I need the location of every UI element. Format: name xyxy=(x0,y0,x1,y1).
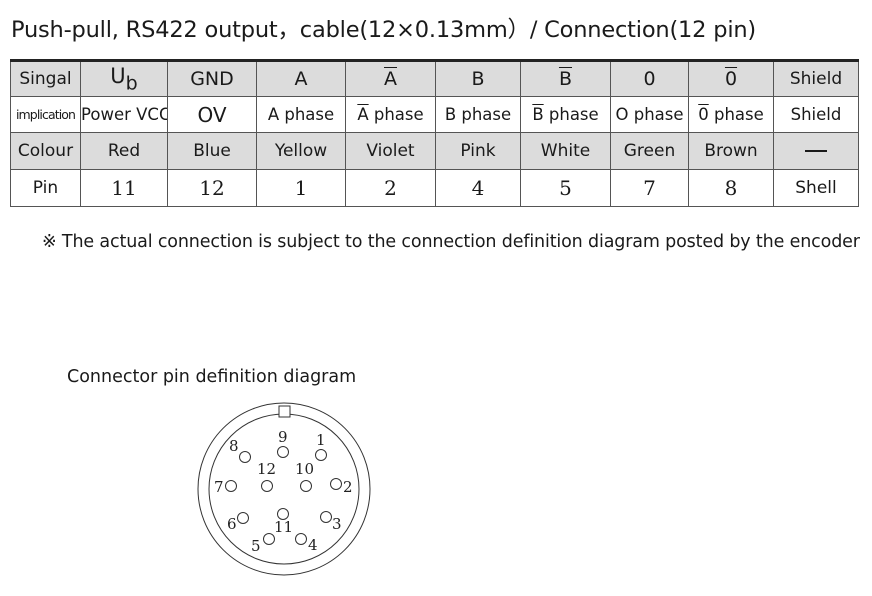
pin-label-4: 4 xyxy=(308,536,318,554)
pin-label-2: 2 xyxy=(343,478,353,496)
diagram-title: Connector pin definition diagram xyxy=(67,367,357,387)
pin-hole-2 xyxy=(330,478,342,490)
signal-0-bar: 0 xyxy=(688,59,774,97)
signal-b-bar: B xyxy=(520,59,611,97)
row-label-pin: Pin xyxy=(10,169,81,207)
pin-row: Pin 11 12 1 2 4 5 7 8 Shell xyxy=(10,169,859,207)
implication-b: B phase xyxy=(435,96,521,133)
implication-0-bar: 0 phase xyxy=(688,96,774,133)
pin-label-11: 11 xyxy=(274,518,293,536)
pin-hole-9 xyxy=(277,446,289,458)
implication-0: O phase xyxy=(610,96,689,133)
pin-label-5: 5 xyxy=(251,537,261,555)
pin-hole-5 xyxy=(263,533,275,545)
colour-ub: Red xyxy=(80,132,168,170)
connector-key-notch xyxy=(278,405,291,418)
colour-0: Green xyxy=(610,132,689,170)
signal-a: A xyxy=(256,59,346,97)
colour-b: Pink xyxy=(435,132,521,170)
colour-a: Yellow xyxy=(256,132,346,170)
dash-icon xyxy=(805,149,827,153)
signal-a-bar: A xyxy=(345,59,436,97)
pin-label-10: 10 xyxy=(295,460,314,478)
pin-hole-1 xyxy=(315,449,327,461)
page-title: Push-pull, RS422 output，cable(12×0.13mm）… xyxy=(11,17,757,43)
connector-diagram: 9 1 8 12 10 7 2 11 6 3 5 4 xyxy=(197,402,371,576)
pin-a: 1 xyxy=(256,169,346,207)
implication-gnd: OV xyxy=(167,96,257,133)
pin-gnd: 12 xyxy=(167,169,257,207)
pin-0-bar: 8 xyxy=(688,169,774,207)
implication-a: A phase xyxy=(256,96,346,133)
colour-row: Colour Red Blue Yellow Violet Pink White… xyxy=(10,132,859,170)
row-label-signal: Singal xyxy=(10,59,81,97)
implication-row: implication Power VCC OV A phase A phase… xyxy=(10,96,859,133)
connection-note: ※ The actual connection is subject to th… xyxy=(42,232,860,252)
signal-b: B xyxy=(435,59,521,97)
colour-shield xyxy=(773,132,859,170)
colour-b-bar: White xyxy=(520,132,611,170)
pin-a-bar: 2 xyxy=(345,169,436,207)
row-label-colour: Colour xyxy=(10,132,81,170)
signal-gnd: GND xyxy=(167,59,257,97)
pin-label-8: 8 xyxy=(229,437,239,455)
pin-label-6: 6 xyxy=(227,515,237,533)
pin-b-bar: 5 xyxy=(520,169,611,207)
colour-a-bar: Violet xyxy=(345,132,436,170)
pin-b: 4 xyxy=(435,169,521,207)
pin-label-7: 7 xyxy=(214,478,224,496)
pin-hole-3 xyxy=(320,511,332,523)
pin-label-12: 12 xyxy=(257,460,276,478)
pin-label-9: 9 xyxy=(278,428,288,446)
signal-shield: Shield xyxy=(773,59,859,97)
implication-b-bar: B phase xyxy=(520,96,611,133)
signal-0: 0 xyxy=(610,59,689,97)
implication-ub: Power VCC xyxy=(80,96,168,133)
pin-hole-7 xyxy=(225,480,237,492)
row-label-implication: implication xyxy=(10,96,81,133)
pin-hole-10 xyxy=(300,480,312,492)
pin-0: 7 xyxy=(610,169,689,207)
pin-hole-4 xyxy=(295,533,307,545)
pin-ub: 11 xyxy=(80,169,168,207)
pin-label-1: 1 xyxy=(316,431,326,449)
pin-shield: Shell xyxy=(773,169,859,207)
pin-definition-table: Singal Ub GND A A B B 0 0 Shield implica… xyxy=(10,59,859,207)
pin-hole-12 xyxy=(261,480,273,492)
implication-a-bar: A phase xyxy=(345,96,436,133)
signal-row: Singal Ub GND A A B B 0 0 Shield xyxy=(10,59,859,97)
signal-ub: Ub xyxy=(80,59,168,97)
pin-hole-6 xyxy=(237,512,249,524)
implication-shield: Shield xyxy=(773,96,859,133)
pin-hole-8 xyxy=(239,451,251,463)
colour-gnd: Blue xyxy=(167,132,257,170)
colour-0-bar: Brown xyxy=(688,132,774,170)
pin-label-3: 3 xyxy=(332,515,342,533)
